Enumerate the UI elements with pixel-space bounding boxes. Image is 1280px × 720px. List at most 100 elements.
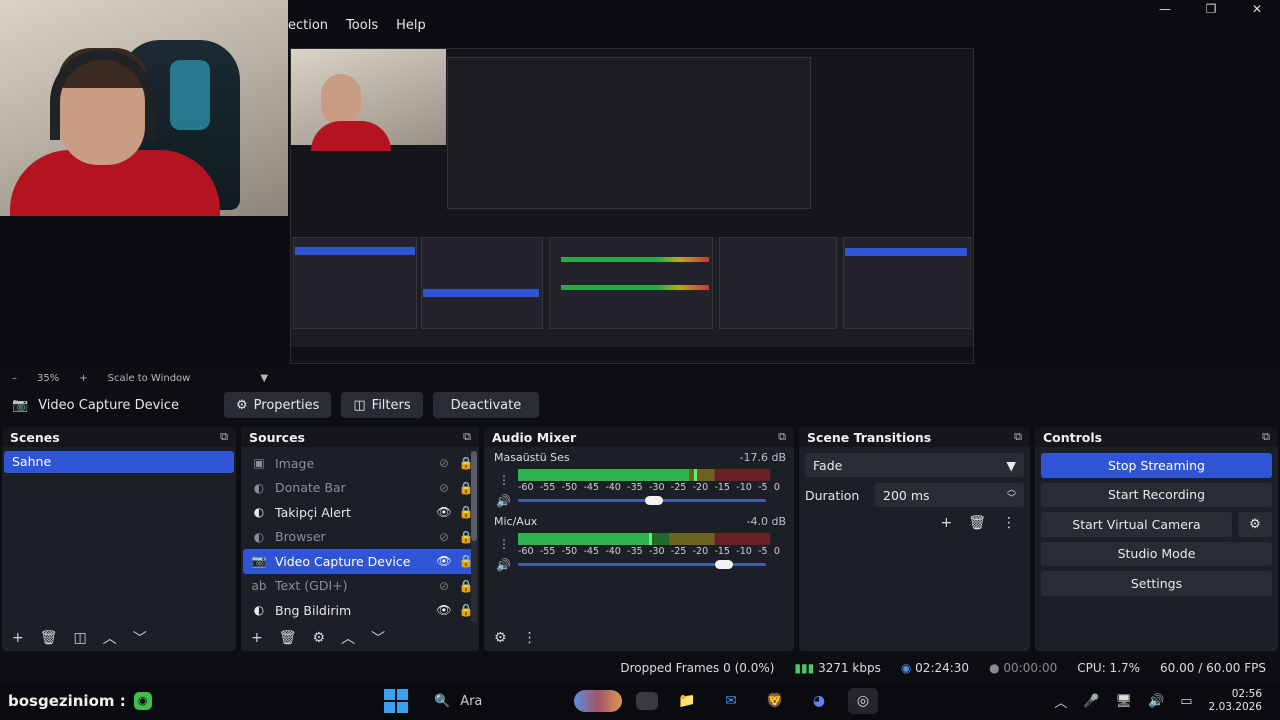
chevron-down-icon[interactable]: ▼ [260,373,268,384]
stepper-arrows-icon[interactable]: ︿ ﹀ [1007,486,1016,504]
mail-icon[interactable]: ✉ [716,688,746,714]
deactivate-button[interactable]: Deactivate [432,392,540,418]
gear-icon[interactable]: ⚙ [313,630,326,646]
preview-canvas[interactable]: ection Tools Help — ❐ ✕ [0,0,1280,370]
minimize-button[interactable]: — [1142,0,1188,18]
filter-icon[interactable]: ◫ [74,630,87,646]
source-row[interactable]: ◐ Bng Bildirim 👁 🔒 [243,598,477,623]
speaker-icon[interactable]: 🔊 [496,494,511,508]
bitrate-value: 3271 kbps [818,661,881,675]
microphone-icon[interactable]: 🎤 [1083,694,1099,709]
brave-browser-icon[interactable]: 🦁 [760,688,790,714]
eye-hidden-icon[interactable]: ⊘ [433,530,455,544]
duration-stepper[interactable]: 200 ms ︿ ﹀ [875,483,1024,507]
close-button[interactable]: ✕ [1234,0,1280,18]
popout-icon[interactable]: ⧉ [463,430,471,444]
mixer-channel: Masaüstü Ses -17.6 dB ⋮ -60 -55 -50 -45 -40 -3… [484,447,794,511]
arrow-up-icon[interactable]: ︿ [103,628,117,648]
eye-icon[interactable]: 👁 [433,603,455,617]
battery-icon[interactable]: ▭ [1180,694,1192,709]
popout-icon[interactable]: ⧉ [778,430,786,444]
zoom-out-icon[interactable]: – [12,373,17,384]
transition-select[interactable]: Fade ▼ [805,453,1024,477]
system-clock[interactable]: 02:56 2.03.2026 [1209,688,1262,714]
trash-icon[interactable]: 🗑 [968,515,986,531]
arrow-down-icon[interactable]: ﹀ [371,628,385,648]
menu-item-tools[interactable]: Tools [346,18,378,42]
menu-item-selection[interactable]: ection [288,18,328,42]
meter-tick-label: -15 [714,482,730,493]
volume-slider[interactable] [518,496,766,505]
source-row[interactable]: ▣ Image ⊘ 🔒 [243,451,477,476]
add-icon[interactable]: + [940,515,952,531]
start-virtual-camera-button[interactable]: Start Virtual Camera [1041,512,1232,537]
meter-tick-label: -55 [539,482,556,493]
popout-icon[interactable]: ⧉ [1014,430,1022,444]
meter-tick-label: -5 [758,482,768,493]
speaker-icon[interactable]: 🔊 [496,558,511,572]
zoom-in-icon[interactable]: + [79,373,87,384]
arrow-up-icon[interactable]: ︿ [341,628,355,648]
source-row[interactable]: ab Text (GDI+) ⊘ 🔒 [243,574,477,599]
eye-hidden-icon[interactable]: ⊘ [433,456,455,470]
record-dot-icon: ● [989,661,1000,675]
discord-icon[interactable]: ◕ [804,688,834,714]
volume-icon[interactable]: 🔊 [1148,694,1164,709]
search-icon: 🔍 [434,693,451,709]
meter-tick-label: -20 [692,546,709,557]
eye-hidden-icon[interactable]: ⊘ [433,579,455,593]
add-icon[interactable]: + [12,630,24,646]
menu-item-help[interactable]: Help [396,18,426,42]
properties-button[interactable]: ⚙ Properties [224,392,332,418]
sources-scrollbar[interactable] [471,451,477,623]
selected-source-label: Video Capture Device [38,397,180,413]
file-explorer-icon[interactable]: 📁 [672,688,702,714]
source-row-selected[interactable]: 📷 Video Capture Device 👁 🔒 [243,549,477,574]
kebab-menu-icon[interactable]: ⋮ [498,473,510,487]
scene-item[interactable]: Sahne [4,451,234,473]
maximize-button[interactable]: ❐ [1188,0,1234,18]
source-row[interactable]: ◐ Browser ⊘ 🔒 [243,525,477,550]
source-name: Browser [275,529,326,545]
network-icon[interactable]: 🖥 [1116,694,1133,709]
kebab-menu-icon[interactable]: ⋮ [498,537,510,551]
deactivate-label: Deactivate [450,397,522,413]
studio-mode-button[interactable]: Studio Mode [1041,541,1272,566]
settings-button[interactable]: Settings [1041,571,1272,596]
eye-hidden-icon[interactable]: ⊘ [433,481,455,495]
stop-streaming-button[interactable]: Stop Streaming [1041,453,1272,478]
trash-icon[interactable]: 🗑 [279,630,297,646]
start-recording-button[interactable]: Start Recording [1041,482,1272,507]
stream-time: 02:24:30 [915,661,970,675]
clock-time: 02:56 [1231,688,1262,700]
taskbar-search[interactable]: 🔍 Ara [422,688,622,714]
kebab-menu-icon[interactable]: ⋮ [523,630,537,646]
os-taskbar: bosgeziniom : ◉ 🔍 Ara 📁 ✉ 🦁 ◕ ◎ ︿ 🎤 🖥 🔊 … [0,682,1280,720]
channel-name: Masaüstü Ses [494,451,570,464]
slider-knob[interactable] [714,560,733,569]
chevron-up-icon[interactable]: ︿ [1054,692,1067,711]
arrow-down-icon[interactable]: ﹀ [133,628,147,648]
trash-icon[interactable]: 🗑 [40,630,58,646]
volume-slider[interactable] [518,560,766,569]
add-icon[interactable]: + [251,630,263,646]
eye-icon[interactable]: 👁 [433,505,455,519]
popout-icon[interactable]: ⧉ [220,430,228,444]
bitrate-indicator: ▮▮▮ 3271 kbps [794,661,880,675]
filters-button[interactable]: ◫ Filters [341,392,423,418]
gear-icon[interactable]: ⚙ [1238,512,1272,537]
popout-icon[interactable]: ⧉ [1262,430,1270,444]
zoom-level: 35% [37,372,60,384]
windows-start-icon[interactable] [384,689,408,713]
eye-icon[interactable]: 👁 [433,554,455,568]
task-view-icon[interactable] [636,692,658,710]
advanced-audio-icon[interactable]: ⚙ [494,630,507,646]
obs-icon[interactable]: ◎ [848,688,878,714]
transitions-title: Scene Transitions [807,429,932,445]
source-row[interactable]: ◐ Donate Bar ⊘ 🔒 [243,476,477,501]
sources-footer: + 🗑 ⚙ ︿ ﹀ [241,625,479,651]
meter-tick-label: -5 [758,546,768,557]
source-row[interactable]: ◐ Takipçi Alert 👁 🔒 [243,500,477,525]
slider-knob[interactable] [645,496,664,505]
kebab-menu-icon[interactable]: ⋮ [1002,515,1016,531]
